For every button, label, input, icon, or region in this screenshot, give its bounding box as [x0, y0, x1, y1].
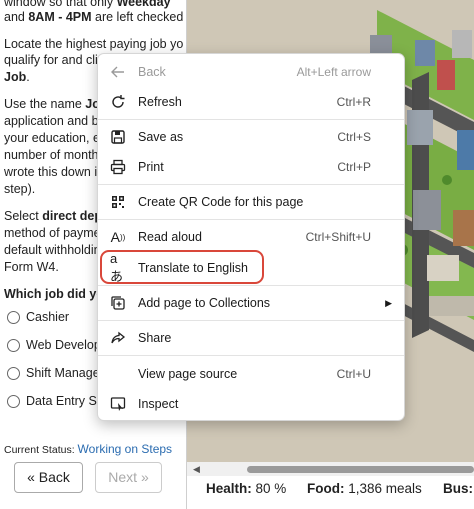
read-aloud-icon: A)) [110, 229, 126, 245]
menu-item-inspect[interactable]: Inspect [98, 389, 404, 419]
arrow-left-icon [110, 64, 126, 80]
horizontal-scrollbar[interactable]: ◀ [187, 462, 474, 476]
submenu-arrow-icon: ▶ [385, 297, 392, 308]
status-label: Current Status: [4, 444, 75, 456]
option-label: Shift Manager [26, 366, 104, 380]
collections-icon [110, 295, 126, 311]
menu-item-save-as[interactable]: Save as Ctrl+S [98, 122, 404, 152]
share-icon [110, 330, 126, 346]
stats-bar: Health: 80 % Food: 1,386 meals Bus: [187, 476, 474, 509]
context-menu: Back Alt+Left arrow Refresh Ctrl+R Save … [97, 53, 405, 421]
option-label: Data Entry Sp [26, 394, 104, 408]
health-stat: Health: 80 % [206, 481, 287, 496]
option-radio-shift-manager[interactable] [7, 367, 20, 380]
refresh-icon [110, 94, 126, 110]
menu-item-print[interactable]: Print Ctrl+P [98, 152, 404, 182]
menu-separator [98, 285, 404, 286]
printer-icon [110, 159, 126, 175]
option-label: Web Develope [26, 338, 108, 352]
back-button[interactable]: « Back [14, 462, 83, 493]
option-label: Cashier [26, 310, 70, 324]
menu-item-share[interactable]: Share [98, 323, 404, 353]
current-status: Current Status: Working on Steps [4, 441, 172, 459]
menu-item-qr-code[interactable]: Create QR Code for this page [98, 187, 404, 217]
inspect-icon [110, 396, 126, 412]
menu-item-read-aloud[interactable]: A)) Read aloud Ctrl+Shift+U [98, 222, 404, 252]
menu-separator [98, 184, 404, 185]
menu-item-add-to-collections[interactable]: Add page to Collections ▶ [98, 288, 404, 318]
menu-separator [98, 219, 404, 220]
menu-item-back[interactable]: Back Alt+Left arrow [98, 57, 404, 87]
next-button[interactable]: Next » [95, 462, 162, 493]
option-radio-web-developer[interactable] [7, 339, 20, 352]
option-radio-data-entry[interactable] [7, 395, 20, 408]
food-stat: Food: 1,386 meals [307, 481, 422, 496]
menu-separator [98, 355, 404, 356]
menu-separator [98, 119, 404, 120]
qr-code-icon [110, 194, 126, 210]
instruction-line: Locate the highest paying job you [4, 37, 184, 51]
menu-item-view-source[interactable]: View page source Ctrl+U [98, 359, 404, 389]
bus-stat: Bus: [443, 481, 473, 496]
menu-item-refresh[interactable]: Refresh Ctrl+R [98, 87, 404, 117]
instruction-line: and 8AM - 4PM are left checked. [4, 10, 184, 24]
menu-separator [98, 320, 404, 321]
translate-highlight-annotation [100, 250, 264, 284]
status-value: Working on Steps [77, 442, 173, 456]
scroll-left-icon[interactable]: ◀ [193, 464, 200, 475]
option-radio-cashier[interactable] [7, 311, 20, 324]
save-icon [110, 129, 126, 145]
scroll-thumb[interactable] [247, 466, 474, 473]
